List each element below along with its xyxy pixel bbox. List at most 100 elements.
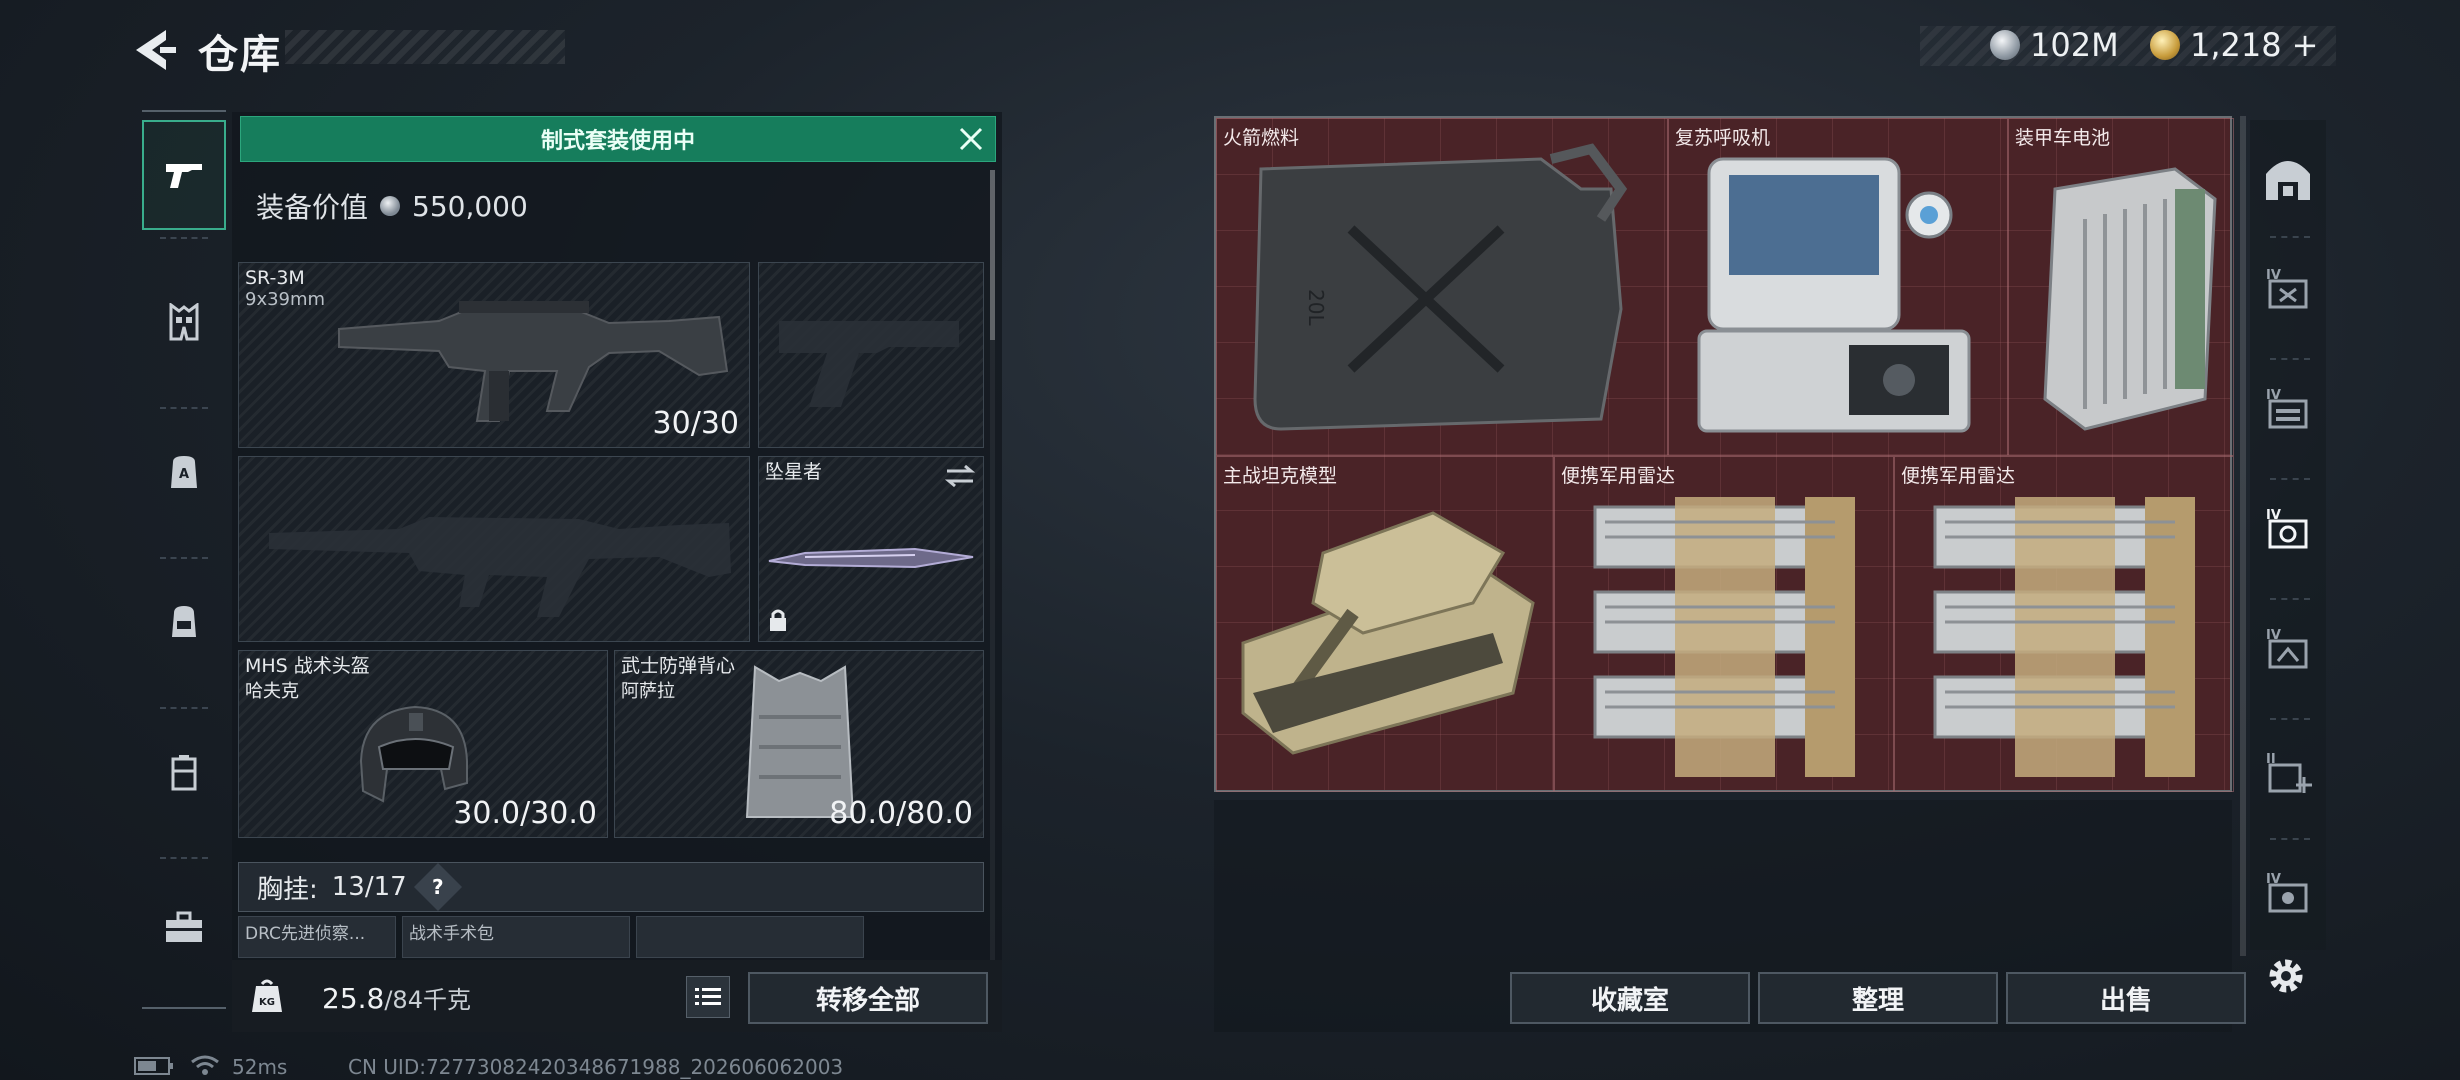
helmet-name: MHS 战术头盔 [245, 655, 370, 677]
ventilator-icon [1697, 157, 1971, 433]
battery-icon [2043, 167, 2217, 431]
nav-backpack-a[interactable]: A [142, 432, 226, 512]
settings-button[interactable] [2254, 944, 2318, 1008]
storage-scrollbar[interactable] [2240, 116, 2246, 956]
primary-weapon-caliber: 9x39mm [245, 289, 326, 310]
svg-text:IV: IV [2266, 268, 2281, 283]
storage-iv-active-icon: IV [2266, 508, 2308, 549]
silver-currency: 102M [1990, 26, 2119, 64]
svg-text:KG: KG [259, 997, 275, 1008]
armor-variant: 阿萨拉 [621, 681, 675, 702]
radar-icon [1933, 497, 2195, 777]
swap-icon[interactable] [943, 463, 977, 489]
close-icon[interactable] [955, 123, 987, 155]
storage-item-radar-2[interactable]: 便携军用雷达 [1894, 456, 2234, 792]
list-icon [695, 988, 721, 1005]
helmet-durability: 30.0/30.0 [453, 796, 597, 831]
nav-chest-rig[interactable] [142, 282, 226, 362]
nav-storage-iv-5[interactable]: IV [2256, 862, 2320, 926]
title-decoration [285, 30, 565, 64]
weight-current: 25.8 [322, 982, 385, 1015]
collection-room-button[interactable]: 收藏室 [1510, 972, 1750, 1024]
gold-coin-icon [2150, 30, 2180, 60]
weight-max: /84千克 [384, 986, 471, 1014]
silver-amount: 102M [2030, 26, 2119, 64]
storage-item-armored-battery[interactable]: 装甲车电池 [2008, 118, 2234, 456]
battery-status-icon [134, 1057, 173, 1075]
tank-icon [1241, 511, 1535, 755]
primary-weapon-ammo: 30/30 [652, 406, 739, 441]
primary-weapon-name: SR-3M [245, 267, 305, 289]
page-title: 仓库 [198, 32, 282, 78]
sell-button[interactable]: 出售 [2006, 972, 2246, 1024]
equipment-value-label: 装备价值 [256, 191, 369, 224]
melee-name: 坠星者 [765, 461, 823, 483]
armor-name: 武士防弹背心 [621, 655, 736, 677]
svg-text:IV: IV [2266, 388, 2281, 403]
help-icon[interactable]: ? [413, 862, 462, 912]
nav-backpack[interactable] [142, 582, 226, 662]
svg-text:II: II [2266, 752, 2276, 767]
nav-case[interactable] [142, 732, 226, 812]
chest-rig-row[interactable]: 胸挂: 13/17 ? [238, 862, 984, 912]
backpack-icon [172, 606, 196, 637]
melee-slot[interactable]: 坠星者 [758, 456, 984, 642]
pistol-silhouette-icon [779, 321, 959, 407]
armor-slot[interactable]: 武士防弹背心 阿萨拉 80.0/80.0 [614, 650, 984, 838]
list-view-button[interactable] [686, 976, 730, 1018]
rig-item-3[interactable] [636, 916, 864, 958]
item-name: 便携军用雷达 [1901, 465, 2016, 487]
svg-text:A: A [179, 467, 189, 482]
rig-item-1[interactable]: DRC先进侦察... [238, 916, 396, 958]
pistol-icon [166, 164, 202, 188]
equipment-value-amount: 550,000 [412, 189, 528, 223]
helmet-slot[interactable]: MHS 战术头盔 哈夫克 30.0/30.0 [238, 650, 608, 838]
armor-durability: 80.0/80.0 [829, 796, 973, 831]
storage-ii-add-icon: II [2266, 752, 2312, 793]
nav-home-vault[interactable] [2256, 146, 2320, 210]
rig-item-2-label: 战术手术包 [409, 924, 494, 944]
nav-weapon[interactable] [142, 120, 226, 230]
settings-icon [2269, 959, 2303, 993]
item-name: 装甲车电池 [2015, 127, 2111, 149]
transfer-all-button[interactable]: 转移全部 [748, 972, 988, 1024]
storage-iv-icon: IV [2266, 268, 2308, 309]
primary-weapon-slot[interactable]: SR-3M 9x39mm 30/30 [238, 262, 750, 448]
storage-iv-b-icon: IV [2266, 388, 2308, 429]
lock-icon [770, 609, 786, 631]
secondary-weapon-slot[interactable] [238, 456, 750, 642]
svg-text:20L: 20L [1304, 289, 1328, 326]
svg-text:IV: IV [2266, 628, 2281, 643]
storage-item-ventilator[interactable]: 复苏呼吸机 [1668, 118, 2008, 456]
home-vault-icon [2266, 161, 2310, 200]
uid-readout: CN UID:727730824203486719​88_20260606200… [348, 1055, 844, 1079]
radar-icon [1593, 497, 1855, 777]
gold-currency[interactable]: 1,218 + [2150, 26, 2318, 64]
equipment-scrollbar-thumb[interactable] [990, 170, 995, 340]
nav-toolbox[interactable] [142, 887, 226, 967]
back-icon[interactable] [130, 28, 178, 72]
nav-storage-iv-3[interactable]: IV [2256, 498, 2320, 562]
rig-item-2[interactable]: 战术手术包 [402, 916, 630, 958]
wifi-icon [191, 1055, 219, 1075]
silver-coin-icon [380, 196, 401, 216]
storage-item-rocket-fuel[interactable]: 火箭燃料 20L [1216, 118, 1668, 456]
helmet-variant: 哈夫克 [245, 681, 299, 702]
storage-item-radar-1[interactable]: 便携军用雷达 [1554, 456, 1894, 792]
storage-item-tank-model[interactable]: 主战坦克模型 [1216, 456, 1554, 792]
equipment-value: 装备价值 550,000 [256, 186, 528, 226]
silver-coin-icon [1990, 30, 2020, 60]
sort-button[interactable]: 整理 [1758, 972, 1998, 1024]
nav-storage-iv-1[interactable]: IV [2256, 258, 2320, 322]
svg-text:IV: IV [2266, 872, 2281, 887]
nav-storage-iv-2[interactable]: IV [2256, 378, 2320, 442]
nav-storage-ii-add[interactable]: II [2256, 742, 2320, 806]
backpack-a-icon: A [171, 456, 197, 488]
nav-storage-iv-4[interactable]: IV [2256, 618, 2320, 682]
chest-rig-label: 胸挂: [257, 874, 318, 905]
add-currency-button[interactable]: + [2292, 26, 2319, 64]
storage-grid[interactable]: 火箭燃料 20L 复苏呼吸机 装甲车电池 主战坦克模型 便携军用雷达 便携军用雷… [1214, 116, 2234, 792]
item-name: 便携军用雷达 [1561, 465, 1676, 487]
weight-readout: 25.8/84千克 [322, 980, 471, 1015]
pistol-slot[interactable] [758, 262, 984, 448]
